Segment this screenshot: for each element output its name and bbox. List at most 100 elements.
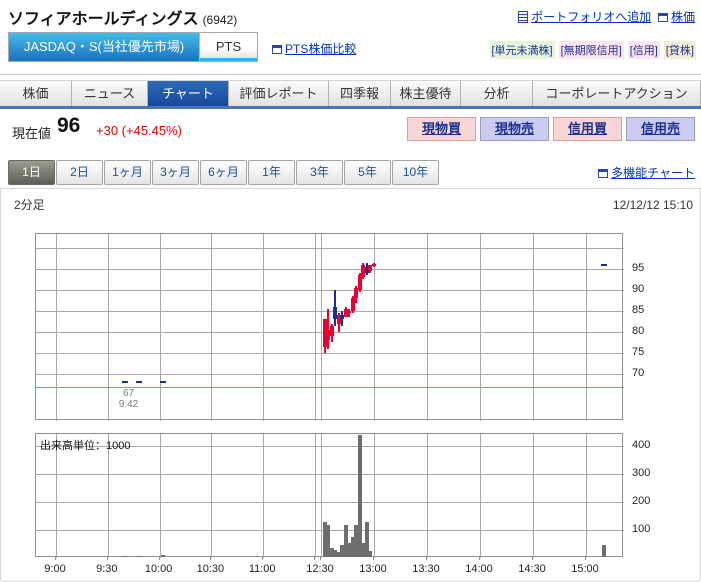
grid-line-vertical bbox=[315, 234, 316, 421]
x-axis-label: 10:30 bbox=[190, 563, 230, 575]
volume-axis-label: 300 bbox=[632, 467, 650, 479]
portfolio-icon bbox=[518, 11, 528, 23]
nav-tab-3[interactable]: チャート bbox=[148, 81, 229, 107]
grid-line-horizontal bbox=[36, 374, 624, 375]
market-tab-pts[interactable]: PTS bbox=[199, 33, 257, 61]
nav-tab-5[interactable]: 四季報 bbox=[329, 81, 391, 107]
period-tab-10年[interactable]: 10年 bbox=[392, 160, 439, 185]
price-axis-label: 85 bbox=[632, 304, 644, 316]
volume-bar bbox=[602, 545, 606, 557]
window-icon bbox=[598, 169, 608, 178]
window-icon bbox=[272, 45, 282, 54]
grid-line-vertical bbox=[211, 234, 212, 421]
period-tab-5年[interactable]: 5年 bbox=[344, 160, 391, 185]
margin-tag[interactable]: [貸株] bbox=[664, 41, 696, 59]
trade-button[interactable]: 現物買 bbox=[407, 117, 476, 141]
trade-button[interactable]: 信用買 bbox=[553, 117, 622, 141]
price-axis-label: 75 bbox=[632, 346, 644, 358]
nav-tab-4[interactable]: 評価レポート bbox=[229, 81, 329, 107]
grid-line-horizontal bbox=[36, 269, 624, 270]
period-tab-2日[interactable]: 2日 bbox=[56, 160, 103, 185]
nav-tab-6[interactable]: 株主優待 bbox=[391, 81, 461, 107]
x-axis-tick bbox=[210, 557, 211, 560]
grid-line-horizontal bbox=[36, 290, 624, 291]
margin-tag[interactable]: [無期限信用] bbox=[559, 41, 624, 59]
candle bbox=[368, 265, 372, 271]
grid-line-vertical bbox=[586, 234, 587, 421]
price-axis-label: 80 bbox=[632, 325, 644, 337]
trade-button[interactable]: 現物売 bbox=[480, 117, 549, 141]
grid-line-vertical bbox=[427, 234, 428, 421]
x-axis-tick bbox=[426, 557, 427, 560]
grid-line-horizontal bbox=[36, 311, 624, 312]
grid-line-vertical bbox=[480, 234, 481, 421]
trade-dash-mark bbox=[122, 381, 128, 383]
price-axis-label: 95 bbox=[632, 262, 644, 274]
period-tab-1日[interactable]: 1日 bbox=[8, 160, 55, 185]
grid-line-vertical bbox=[56, 234, 57, 421]
stock-name: ソフィアホールディングス bbox=[8, 11, 199, 28]
nav-tab-1[interactable]: 株価 bbox=[0, 81, 72, 107]
x-axis-tick bbox=[314, 557, 315, 560]
nav-tab-7[interactable]: 分析 bbox=[461, 81, 533, 107]
multi-chart-link[interactable]: 多機能チャート bbox=[611, 166, 695, 180]
candle bbox=[372, 264, 376, 266]
nav-tab-2[interactable]: ニュース bbox=[72, 81, 148, 107]
period-tab-1年[interactable]: 1年 bbox=[248, 160, 295, 185]
stock-code: (6942) bbox=[203, 13, 238, 27]
grid-line-vertical bbox=[315, 434, 316, 558]
portfolio-add-link[interactable]: ポートフォリオへ追加 bbox=[531, 10, 651, 24]
grid-line-vertical bbox=[480, 434, 481, 558]
x-axis-label: 13:00 bbox=[353, 563, 393, 575]
x-axis-label: 13:30 bbox=[406, 563, 446, 575]
volume-bar bbox=[358, 435, 362, 557]
trade-button[interactable]: 信用売 bbox=[626, 117, 695, 141]
interval-label: 2分足 bbox=[14, 196, 45, 213]
period-tab-3ヶ月[interactable]: 3ヶ月 bbox=[152, 160, 199, 185]
pts-compare-link[interactable]: PTS株価比較 bbox=[285, 42, 356, 56]
market-tab-jasdaq[interactable]: JASDAQ・S(当社優先市場) bbox=[9, 33, 199, 61]
volume-bar bbox=[161, 555, 165, 557]
x-axis-label: 12:30 bbox=[300, 563, 340, 575]
stock-detail-page: ソフィアホールディングス (6942) ポートフォリオへ追加 株価 JASDAQ・… bbox=[0, 0, 701, 582]
main-nav-tabs: 株価ニュースチャート評価レポート四季報株主優待分析コーポレートアクション bbox=[0, 80, 701, 106]
margin-tag[interactable]: [信用] bbox=[628, 41, 660, 59]
header-links: ポートフォリオへ追加 株価 bbox=[518, 8, 695, 25]
x-axis-tick bbox=[159, 557, 160, 560]
x-axis-label: 9:00 bbox=[35, 563, 75, 575]
volume-unit-label: 出来高単位：1000 bbox=[40, 437, 130, 453]
margin-tag[interactable]: [単元未満株] bbox=[490, 41, 555, 59]
nav-underline bbox=[0, 106, 701, 109]
x-axis-tick bbox=[107, 557, 108, 560]
period-tab-6ヶ月[interactable]: 6ヶ月 bbox=[200, 160, 247, 185]
period-tab-3年[interactable]: 3年 bbox=[296, 160, 343, 185]
volume-bar bbox=[137, 556, 141, 557]
volume-axis-label: 400 bbox=[632, 439, 650, 451]
candle bbox=[347, 311, 351, 313]
period-tab-row: 1日2日1ヶ月3ヶ月6ヶ月1年3年5年10年 bbox=[8, 160, 440, 185]
x-axis-label: 10:00 bbox=[139, 563, 179, 575]
price-axis-label: 90 bbox=[632, 283, 644, 295]
quote-page-link[interactable]: 株価 bbox=[671, 10, 695, 24]
chart-timestamp: 12/12/12 15:10 bbox=[613, 198, 693, 212]
x-axis-label: 14:30 bbox=[512, 563, 552, 575]
volume-axis-label: 200 bbox=[632, 495, 650, 507]
x-axis-tick bbox=[373, 557, 374, 560]
pts-compare: PTS株価比較 bbox=[272, 40, 356, 57]
period-tab-1ヶ月[interactable]: 1ヶ月 bbox=[104, 160, 151, 185]
separator bbox=[0, 74, 701, 75]
x-axis-tick bbox=[262, 557, 263, 560]
grid-line-vertical bbox=[374, 434, 375, 558]
grid-line-vertical bbox=[533, 434, 534, 558]
trade-dash-mark bbox=[160, 381, 166, 383]
grid-line-vertical bbox=[160, 234, 161, 421]
day-low-price-annotation: 67 bbox=[109, 388, 149, 399]
market-tab-group: JASDAQ・S(当社優先市場) PTS bbox=[8, 32, 258, 62]
grid-line-horizontal bbox=[36, 353, 624, 354]
x-axis-tick bbox=[55, 557, 56, 560]
x-axis-label: 11:00 bbox=[242, 563, 282, 575]
price-change: +30 (+45.45%) bbox=[96, 123, 182, 138]
grid-line-vertical bbox=[427, 434, 428, 558]
volume-plot: 出来高単位：1000 bbox=[35, 433, 623, 557]
nav-tab-8[interactable]: コーポレートアクション bbox=[533, 81, 701, 107]
